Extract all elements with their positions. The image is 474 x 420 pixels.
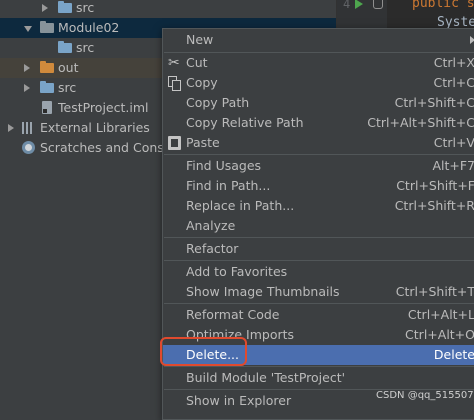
menu-item-new[interactable]: New bbox=[163, 30, 474, 50]
tree-item-label: TestProject.iml bbox=[58, 100, 149, 115]
watermark-text: CSDN @qq_51550750 bbox=[376, 390, 474, 401]
folder-src-icon bbox=[58, 41, 72, 53]
annotation-highlight-box bbox=[160, 337, 247, 366]
bookmark-icon bbox=[373, 0, 383, 9]
menu-item-add-to-favorites[interactable]: Add to Favorites bbox=[163, 262, 474, 282]
menu-separator bbox=[164, 260, 474, 261]
menu-item-find-in-path[interactable]: Find in Path... Ctrl+Shift+F bbox=[163, 176, 474, 196]
folder-orange-icon bbox=[40, 61, 54, 73]
menu-item-label: Show in Explorer bbox=[186, 393, 292, 408]
expand-arrow-icon[interactable] bbox=[24, 84, 30, 92]
collapse-arrow-icon[interactable] bbox=[24, 26, 32, 32]
folder-icon bbox=[40, 21, 54, 33]
menu-item-shortcut: Ctrl+V bbox=[433, 135, 474, 150]
menu-item-shortcut: Ctrl+Shift+C bbox=[394, 95, 474, 110]
menu-item-analyze[interactable]: Analyze bbox=[163, 216, 474, 236]
menu-item-show-image-thumbnails[interactable]: Show Image Thumbnails Ctrl+Shift+T bbox=[163, 282, 474, 302]
menu-item-cut[interactable]: Cut Ctrl+X bbox=[163, 53, 474, 73]
menu-item-copy-relative-path[interactable]: Copy Relative Path Ctrl+Alt+Shift+C bbox=[163, 113, 474, 133]
menu-item-label: Build Module 'TestProject' bbox=[186, 370, 346, 385]
tree-item-label: out bbox=[58, 60, 79, 75]
menu-separator bbox=[164, 366, 474, 367]
menu-item-shortcut: Ctrl+Alt+L bbox=[407, 307, 474, 322]
menu-item-replace-in-path[interactable]: Replace in Path... Ctrl+Shift+R bbox=[163, 196, 474, 216]
scratches-icon bbox=[22, 141, 35, 154]
tree-item-label: src bbox=[76, 0, 95, 15]
tree-item-src-top[interactable]: src bbox=[0, 0, 336, 18]
code-line: public st bbox=[412, 0, 474, 11]
menu-item-build-module[interactable]: Build Module 'TestProject' bbox=[163, 368, 474, 388]
tree-item-label: src bbox=[76, 40, 95, 55]
menu-item-shortcut: Ctrl+X bbox=[433, 55, 474, 70]
submenu-arrow-icon bbox=[470, 36, 474, 44]
run-icon[interactable] bbox=[355, 0, 363, 9]
tree-item-label: src bbox=[58, 80, 77, 95]
menu-item-label: Add to Favorites bbox=[186, 264, 288, 279]
menu-item-label: New bbox=[186, 32, 214, 47]
tree-item-label: Module02 bbox=[58, 20, 120, 35]
tree-item-label: External Libraries bbox=[40, 120, 150, 135]
menu-item-shortcut: Ctrl+Shift+T bbox=[395, 284, 474, 299]
menu-separator bbox=[164, 237, 474, 238]
expand-arrow-icon[interactable] bbox=[24, 64, 30, 72]
menu-item-shortcut: Ctrl+Shift+F bbox=[396, 178, 474, 193]
menu-separator bbox=[164, 303, 474, 304]
menu-item-paste[interactable]: Paste Ctrl+V bbox=[163, 133, 474, 153]
menu-item-copy-path[interactable]: Copy Path Ctrl+Shift+C bbox=[163, 93, 474, 113]
expand-arrow-icon[interactable] bbox=[42, 4, 48, 12]
line-number: 4 bbox=[343, 0, 351, 11]
menu-item-find-usages[interactable]: Find Usages Alt+F7 bbox=[163, 156, 474, 176]
libraries-icon bbox=[22, 122, 35, 134]
menu-item-shortcut: Alt+F7 bbox=[432, 158, 474, 173]
iml-file-icon bbox=[42, 101, 52, 114]
menu-item-label: Refactor bbox=[186, 241, 239, 256]
menu-item-label: Analyze bbox=[186, 218, 236, 233]
menu-separator bbox=[164, 154, 474, 155]
menu-item-reformat-code[interactable]: Reformat Code Ctrl+Alt+L bbox=[163, 305, 474, 325]
menu-item-shortcut: Ctrl+Shift+R bbox=[394, 198, 474, 213]
folder-src-icon bbox=[58, 1, 72, 13]
menu-item-shortcut: Ctrl+C bbox=[433, 75, 474, 90]
folder-src-icon bbox=[40, 81, 54, 93]
expand-arrow-icon[interactable] bbox=[8, 124, 14, 132]
menu-item-shortcut: Ctrl+Alt+Shift+C bbox=[367, 115, 474, 130]
menu-item-refactor[interactable]: Refactor bbox=[163, 239, 474, 259]
menu-item-copy[interactable]: Copy Ctrl+C bbox=[163, 73, 474, 93]
